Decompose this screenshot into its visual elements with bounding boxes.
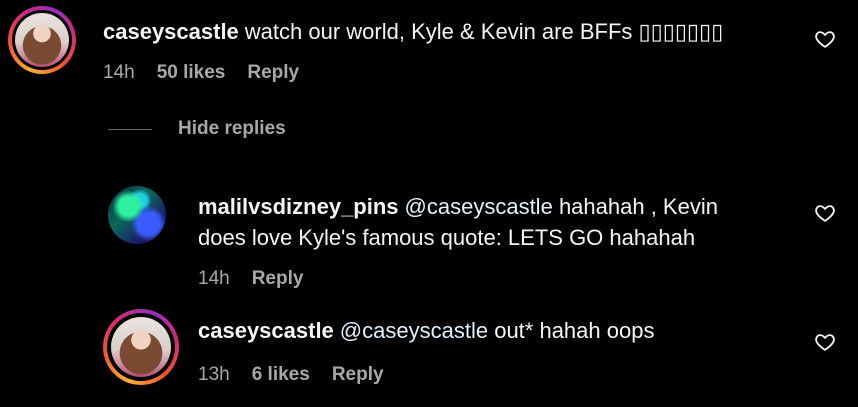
reply-button[interactable]: Reply bbox=[332, 364, 384, 386]
reply-meta: 13h 6 likes Reply bbox=[198, 364, 384, 386]
heart-outline-icon[interactable] bbox=[814, 202, 836, 224]
avatar[interactable] bbox=[108, 186, 166, 244]
profile-photo-mali bbox=[108, 186, 166, 244]
profile-photo-casey bbox=[111, 317, 171, 377]
reply-username[interactable]: caseyscastle bbox=[198, 318, 334, 343]
comment-body: watch our world, Kyle & Kevin are BFFs ▯… bbox=[244, 19, 724, 44]
profile-photo-casey bbox=[15, 13, 69, 67]
reply-time: 14h bbox=[198, 268, 230, 289]
reply-text: caseyscastle @caseyscastle out* hahah oop… bbox=[198, 315, 654, 346]
reply-item: malilvsdizney_pins @caseyscastle hahahah … bbox=[0, 180, 858, 300]
reply-text: malilvsdizney_pins @caseyscastle hahahah … bbox=[198, 191, 718, 253]
reply-time: 13h bbox=[198, 364, 230, 385]
reply-button[interactable]: Reply bbox=[247, 62, 299, 84]
comment-likes[interactable]: 50 likes bbox=[157, 62, 226, 84]
comment-time: 14h bbox=[103, 62, 135, 83]
heart-outline-icon[interactable] bbox=[814, 331, 836, 353]
heart-outline-icon[interactable] bbox=[814, 28, 836, 50]
reply-button[interactable]: Reply bbox=[252, 268, 304, 290]
reply-username[interactable]: malilvsdizney_pins bbox=[198, 194, 399, 219]
reply-mention[interactable]: @caseyscastle bbox=[405, 194, 553, 219]
reply-likes[interactable]: 6 likes bbox=[252, 364, 310, 386]
comment-username[interactable]: caseyscastle bbox=[103, 19, 239, 44]
comment-text: caseyscastle watch our world, Kyle & Kevi… bbox=[103, 16, 723, 47]
avatar[interactable] bbox=[8, 6, 76, 74]
reply-body: out* hahah oops bbox=[494, 318, 655, 343]
reply-body-line1: hahahah , Kevin bbox=[558, 194, 718, 219]
reply-meta: 14h Reply bbox=[198, 268, 303, 290]
hide-replies-label: Hide replies bbox=[178, 118, 286, 139]
comment: caseyscastle watch our world, Kyle & Kevi… bbox=[0, 0, 858, 110]
comment-meta: 14h 50 likes Reply bbox=[103, 62, 299, 84]
reply-body-line2: does love Kyle's famous quote: LETS GO h… bbox=[198, 225, 696, 250]
hide-replies-button[interactable]: Hide replies bbox=[108, 118, 286, 140]
hide-replies-divider bbox=[108, 128, 152, 130]
reply-item: caseyscastle @caseyscastle out* hahah oop… bbox=[0, 305, 858, 405]
avatar[interactable] bbox=[103, 309, 179, 385]
reply-mention[interactable]: @caseyscastle bbox=[340, 318, 488, 343]
